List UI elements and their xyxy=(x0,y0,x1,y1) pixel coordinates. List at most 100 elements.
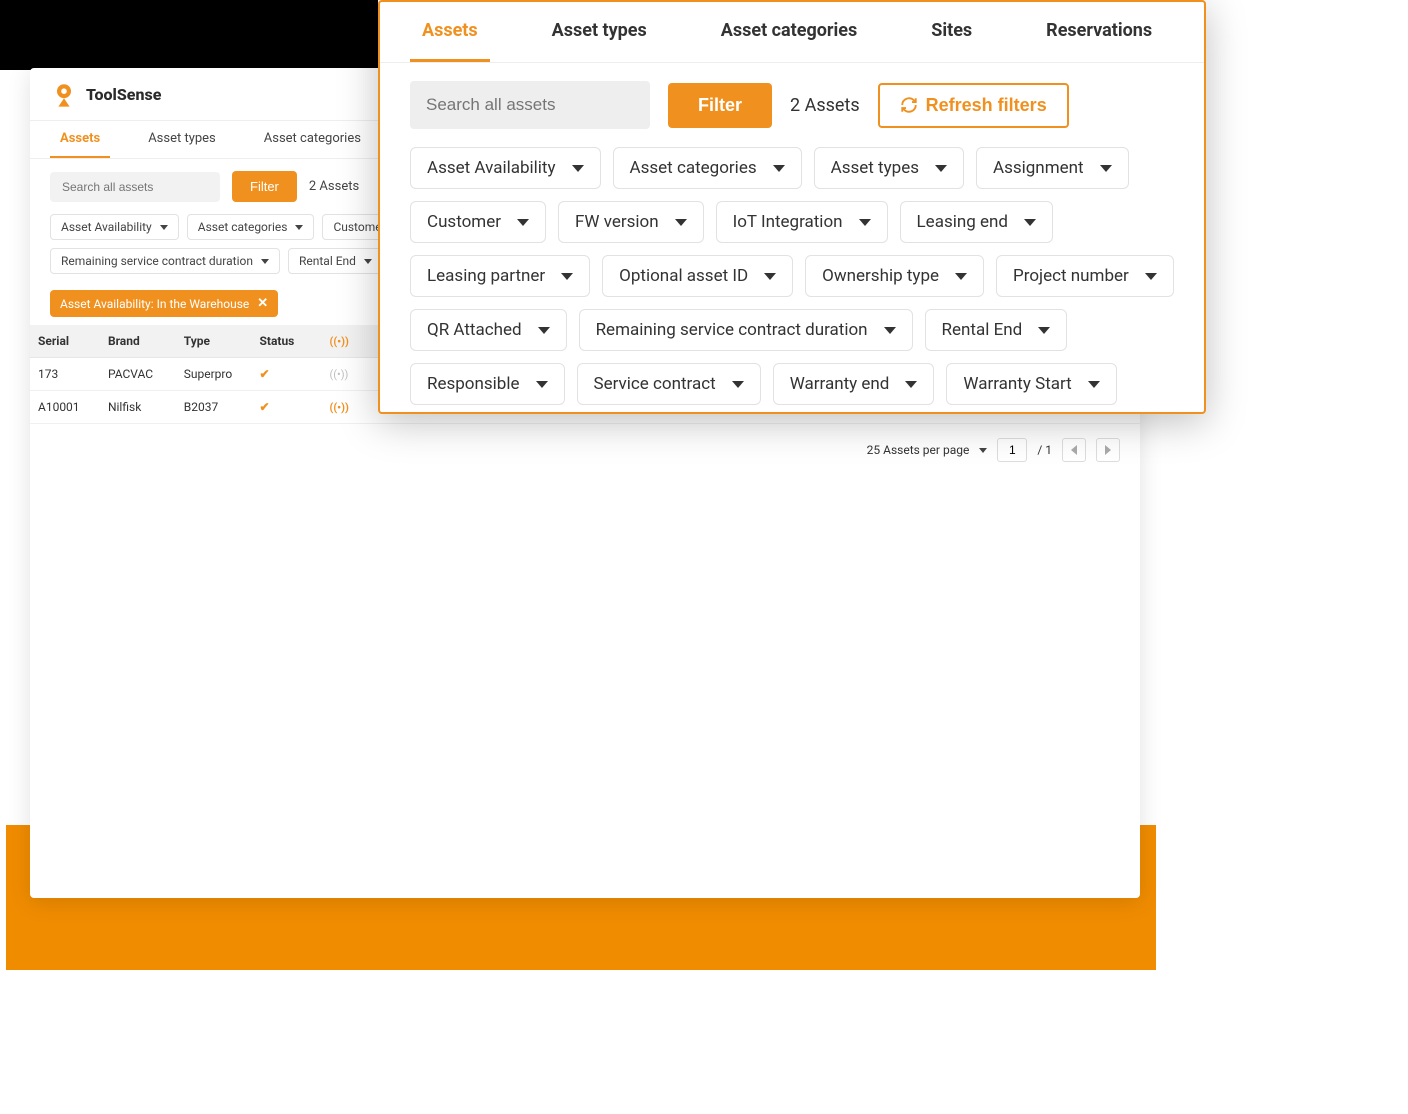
chevron-down-icon xyxy=(538,327,550,334)
tab-sites-lg[interactable]: Sites xyxy=(919,2,984,62)
filter-chip[interactable]: Project number xyxy=(996,255,1174,297)
filter-chip-label: IoT Integration xyxy=(733,212,843,232)
chevron-down-icon xyxy=(955,273,967,280)
chevron-down-icon xyxy=(1145,273,1157,280)
filter-chip[interactable]: Asset types xyxy=(814,147,964,189)
filter-chip-label: Remaining service contract duration xyxy=(596,320,868,340)
filter-chip-label: Warranty Start xyxy=(963,374,1071,394)
filter-chip[interactable]: Assignment xyxy=(976,147,1129,189)
filter-chip-label: Asset Availability xyxy=(427,158,556,178)
active-filter-pill[interactable]: Asset Availability: In the Warehouse ✕ xyxy=(50,290,278,317)
chevron-right-icon xyxy=(1105,445,1111,455)
chevron-down-icon xyxy=(1100,165,1112,172)
filter-chip[interactable]: Ownership type xyxy=(805,255,984,297)
table-cell: B2037 xyxy=(176,391,252,424)
tab-asset-types[interactable]: Asset types xyxy=(138,121,226,158)
filter-chip-label: Rental End xyxy=(942,320,1023,340)
table-header-cell[interactable]: Serial xyxy=(30,325,100,358)
chevron-down-icon xyxy=(935,165,947,172)
filter-chip[interactable]: Customer xyxy=(410,201,546,243)
prev-page-button[interactable] xyxy=(1062,438,1086,462)
filter-chip[interactable]: IoT Integration xyxy=(716,201,888,243)
table-cell: PACVAC xyxy=(100,358,176,391)
tab-asset-categories-lg[interactable]: Asset categories xyxy=(709,2,869,62)
page-input[interactable] xyxy=(997,438,1027,462)
table-header-cell[interactable]: Status xyxy=(252,325,322,358)
refresh-icon xyxy=(900,96,918,114)
filter-chip-label: Warranty end xyxy=(790,374,890,394)
signal-icon: ((•)) xyxy=(329,335,348,348)
table-cell: Nilfisk xyxy=(100,391,176,424)
filter-chip[interactable]: Optional asset ID xyxy=(602,255,793,297)
filter-chip-label: Remaining service contract duration xyxy=(61,254,253,268)
tab-asset-types-lg[interactable]: Asset types xyxy=(540,2,659,62)
tab-assets-lg[interactable]: Assets xyxy=(410,2,490,62)
filter-chip[interactable]: Asset Availability xyxy=(410,147,601,189)
filter-chip[interactable]: Rental End xyxy=(288,248,383,274)
next-page-button[interactable] xyxy=(1096,438,1120,462)
chevron-down-icon xyxy=(1088,381,1100,388)
active-filter-label: Asset Availability: In the Warehouse xyxy=(60,297,249,311)
chevron-down-icon xyxy=(859,219,871,226)
tabs-large: Assets Asset types Asset categories Site… xyxy=(380,2,1204,63)
tab-assets[interactable]: Assets xyxy=(50,121,110,158)
filter-button-lg[interactable]: Filter xyxy=(668,83,772,128)
chevron-left-icon xyxy=(1071,445,1077,455)
filter-chip[interactable]: Asset categories xyxy=(613,147,802,189)
chevron-down-icon xyxy=(773,165,785,172)
tab-reservations-lg[interactable]: Reservations xyxy=(1034,2,1164,62)
filter-chip[interactable]: Remaining service contract duration xyxy=(50,248,280,274)
chevron-down-icon xyxy=(561,273,573,280)
table-cell: A10001 xyxy=(30,391,100,424)
filter-button[interactable]: Filter xyxy=(232,171,297,202)
chevron-down-icon xyxy=(732,381,744,388)
filter-chip-label: FW version xyxy=(575,212,659,232)
decor-black-block xyxy=(0,0,378,70)
filter-chip[interactable]: Rental End xyxy=(925,309,1068,351)
tab-asset-categories[interactable]: Asset categories xyxy=(254,121,371,158)
asset-count-lg: 2 Assets xyxy=(790,95,860,116)
refresh-filters-button[interactable]: Refresh filters xyxy=(878,83,1069,128)
table-cell: Superpro xyxy=(176,358,252,391)
search-input[interactable] xyxy=(50,172,220,202)
filter-chip[interactable]: Leasing end xyxy=(900,201,1053,243)
chevron-down-icon xyxy=(905,381,917,388)
filter-chip[interactable]: Leasing partner xyxy=(410,255,590,297)
filter-chip-label: Assignment xyxy=(993,158,1084,178)
check-icon: ✔ xyxy=(260,367,270,381)
check-icon: ✔ xyxy=(260,400,270,414)
table-cell: 173 xyxy=(30,358,100,391)
filter-chip[interactable]: Remaining service contract duration xyxy=(579,309,913,351)
brand-name: ToolSense xyxy=(86,85,161,104)
filter-chip-label: QR Attached xyxy=(427,320,522,340)
filter-chips-large: Asset Availability Asset categories Asset … xyxy=(380,147,1204,414)
chevron-down-icon xyxy=(536,381,548,388)
filter-chip[interactable]: Service contract xyxy=(577,363,761,405)
table-cell: ✔ xyxy=(252,391,322,424)
filter-chip[interactable]: Asset categories xyxy=(187,214,315,240)
close-icon[interactable]: ✕ xyxy=(257,296,268,311)
filter-chip-label: Responsible xyxy=(427,374,520,394)
asset-count: 2 Assets xyxy=(309,179,359,194)
filter-chip[interactable]: Warranty Start xyxy=(946,363,1116,405)
filter-chip[interactable]: FW version xyxy=(558,201,704,243)
signal-off-icon: ((•)) xyxy=(329,368,348,381)
chevron-down-icon xyxy=(572,165,584,172)
chevron-down-icon[interactable] xyxy=(979,448,987,453)
filter-chip-label: Customer xyxy=(427,212,501,232)
toolbar-large: Filter 2 Assets Refresh filters xyxy=(380,63,1204,147)
table-header-cell[interactable]: Brand xyxy=(100,325,176,358)
search-input-lg[interactable] xyxy=(410,81,650,129)
per-page-label[interactable]: 25 Assets per page xyxy=(867,443,970,457)
table-cell: ✔ xyxy=(252,358,322,391)
filter-chip[interactable]: QR Attached xyxy=(410,309,567,351)
chevron-down-icon xyxy=(261,259,269,264)
filter-chip[interactable]: Responsible xyxy=(410,363,565,405)
chevron-down-icon xyxy=(160,225,168,230)
filter-chip[interactable]: Asset Availability xyxy=(50,214,179,240)
page-total: / 1 xyxy=(1037,443,1052,457)
overlay-card: Assets Asset types Asset categories Site… xyxy=(378,0,1206,414)
table-header-cell[interactable]: ((•)) xyxy=(321,325,373,358)
filter-chip[interactable]: Warranty end xyxy=(773,363,935,405)
table-header-cell[interactable]: Type xyxy=(176,325,252,358)
